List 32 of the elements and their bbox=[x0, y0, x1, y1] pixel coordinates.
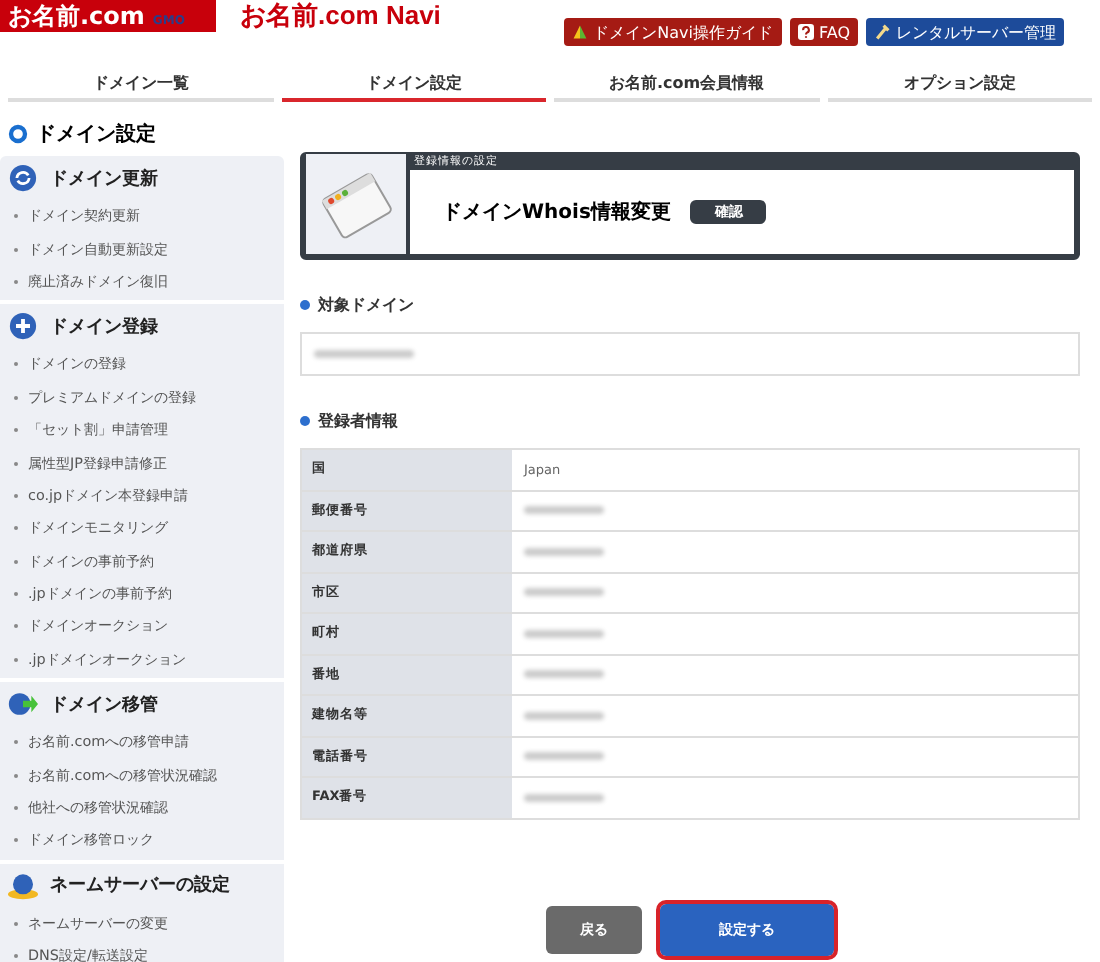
header-link[interactable]: レンタルサーバー管理 bbox=[866, 18, 1064, 46]
nav-tab[interactable]: ドメイン設定 bbox=[281, 68, 546, 102]
section-title: ドメイン登録 bbox=[50, 315, 158, 340]
blurred-value bbox=[524, 588, 604, 597]
blurred-value bbox=[524, 793, 604, 802]
nav-tab[interactable]: お名前.com会員情報 bbox=[554, 68, 819, 102]
blurred-value bbox=[524, 711, 604, 720]
section-heading: 登録者情報 bbox=[318, 410, 398, 432]
section-title: ドメイン移管 bbox=[50, 693, 158, 718]
blurred-value bbox=[524, 629, 604, 638]
circle-icon bbox=[8, 124, 28, 144]
blurred-value bbox=[524, 506, 604, 515]
blurred-value bbox=[524, 752, 604, 761]
plus-icon bbox=[8, 312, 38, 341]
sidebar-title: ドメイン設定 bbox=[36, 120, 156, 148]
header-link[interactable]: ドメインNavi操作ガイド bbox=[563, 18, 781, 46]
panel-title: ドメインWhois情報変更 bbox=[442, 198, 671, 226]
blurred-value bbox=[524, 670, 604, 679]
nav-tab[interactable]: オプション設定 bbox=[827, 68, 1092, 102]
blurred-value bbox=[314, 350, 414, 358]
wrench-icon bbox=[874, 24, 890, 40]
site-title: お名前.com Navi bbox=[240, 0, 441, 34]
blurred-value bbox=[524, 547, 604, 556]
help-icon bbox=[797, 24, 813, 40]
header-link[interactable]: FAQ bbox=[789, 18, 858, 46]
refresh-icon bbox=[8, 164, 38, 192]
globe-arrow-icon bbox=[8, 690, 38, 719]
section-title: ドメイン更新 bbox=[50, 166, 158, 191]
nav-tab[interactable]: ドメイン一覧 bbox=[8, 68, 273, 102]
logo-text: お名前.com bbox=[8, 4, 145, 28]
section-heading: 対象ドメイン bbox=[318, 294, 414, 316]
section-title: ネームサーバーの設定 bbox=[50, 872, 230, 899]
